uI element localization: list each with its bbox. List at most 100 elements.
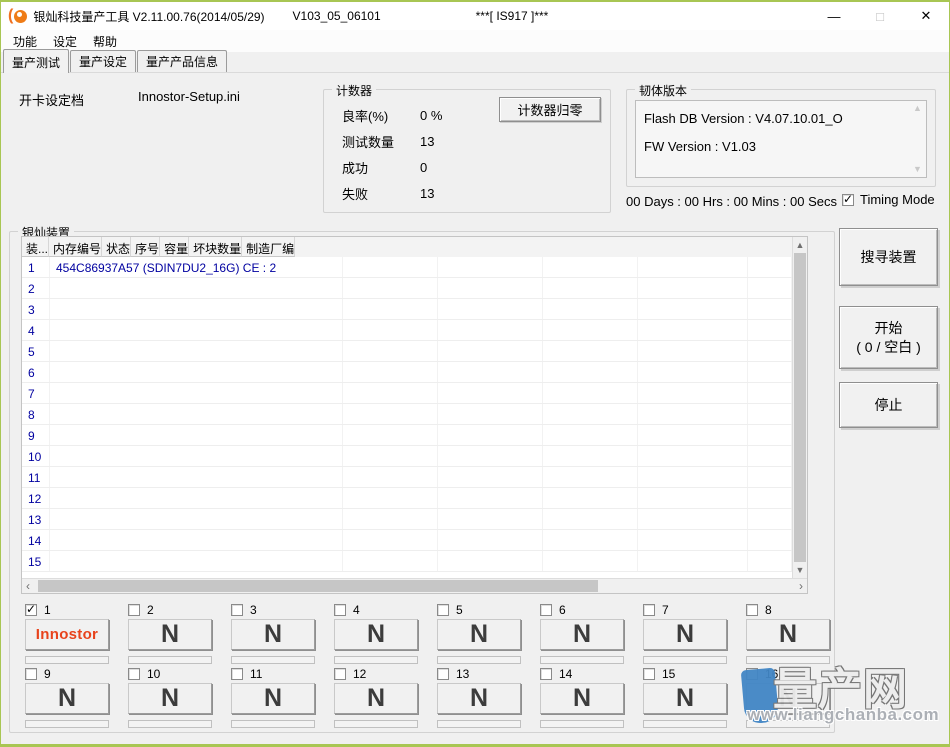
stop-button[interactable]: 停止 [839,382,938,428]
tab[interactable]: 量产设定 [70,50,136,72]
device-index: 2 [22,278,50,298]
table-row[interactable]: 11 [22,467,792,488]
port-checkbox[interactable]: 10 [128,667,160,681]
table-row[interactable]: 1 454C86937A57 (SDIN7DU2_16G) CE : 2 [22,257,792,278]
table-row[interactable]: 6 [22,362,792,383]
table-row[interactable]: 13 [22,509,792,530]
table-row[interactable]: 10 [22,446,792,467]
serial-cell [438,362,543,382]
checkbox-icon[interactable] [25,604,37,616]
setup-file-value: Innostor-Setup.ini [138,89,240,104]
table-row[interactable]: 8 [22,404,792,425]
status-cell [343,362,438,382]
checkbox-icon[interactable] [643,604,655,616]
port-checkbox[interactable]: 7 [643,603,669,617]
checkbox-icon[interactable] [540,604,552,616]
checkbox-icon[interactable] [540,668,552,680]
status-cell [343,341,438,361]
scroll-right-icon[interactable]: › [799,580,803,593]
maximize-button[interactable]: □ [857,2,903,30]
scroll-up-icon[interactable]: ▲ [913,104,922,113]
port-checkbox[interactable]: 11 [231,667,262,681]
close-button[interactable]: ✕ [903,2,949,30]
serial-cell [438,509,543,529]
scroll-up-icon[interactable]: ▲ [793,240,807,250]
table-row[interactable]: 14 [22,530,792,551]
port-progress-bar [643,720,727,728]
device-index: 9 [22,425,50,445]
device-index: 5 [22,341,50,361]
checkbox-icon[interactable] [231,604,243,616]
capacity-cell [543,299,638,319]
horizontal-scrollbar[interactable]: ‹ › [22,578,807,593]
checkbox-icon[interactable] [437,604,449,616]
counter-reset-button[interactable]: 计数器归零 [499,97,601,122]
scroll-down-icon[interactable]: ▼ [913,165,922,174]
port-checkbox[interactable]: 13 [437,667,469,681]
scroll-down-icon[interactable]: ▼ [793,565,807,575]
counter-label: 成功 [342,158,420,177]
port-checkbox[interactable]: 14 [540,667,572,681]
firmware-scrollbar[interactable]: ▲ ▼ [910,102,925,176]
column-header[interactable]: 坏块数量 [189,237,242,257]
table-row[interactable]: 2 [22,278,792,299]
device-index: 10 [22,446,50,466]
column-header[interactable]: 序号 [131,237,160,257]
port-checkbox[interactable]: 3 [231,603,257,617]
port-checkbox[interactable]: 9 [25,667,51,681]
table-row[interactable]: 7 [22,383,792,404]
memory-id [50,551,343,571]
checkbox-icon[interactable] [643,668,655,680]
tab[interactable]: 量产产品信息 [137,50,227,72]
port-status-text: N [779,686,797,711]
menu-item[interactable]: 帮助 [85,31,125,52]
table-row[interactable]: 4 [22,320,792,341]
scroll-left-icon[interactable]: ‹ [26,580,30,593]
table-row[interactable]: 3 [22,299,792,320]
column-header[interactable]: 状态 [102,237,131,257]
checkbox-icon[interactable] [437,668,449,680]
checkbox-icon[interactable] [746,604,758,616]
tab-strip: 量产测试 量产设定 量产产品信息 [1,52,949,73]
checkbox-icon[interactable] [334,604,346,616]
table-row[interactable]: 9 [22,425,792,446]
port-progress-bar [746,720,830,728]
column-header[interactable]: 内存编号 [49,237,102,257]
port-checkbox[interactable]: 5 [437,603,463,617]
search-device-button[interactable]: 搜寻装置 [839,228,938,286]
port-checkbox[interactable]: 4 [334,603,360,617]
port-checkbox[interactable]: 15 [643,667,675,681]
vertical-scrollbar[interactable]: ▲ ▼ [792,237,807,578]
column-header[interactable]: 制造厂编 [242,237,295,257]
scrollbar-thumb[interactable] [38,580,598,592]
timing-mode-checkbox[interactable]: Timing Mode [842,192,935,207]
port-checkbox[interactable]: 8 [746,603,772,617]
checkbox-icon[interactable] [334,668,346,680]
checkbox-icon[interactable] [25,668,37,680]
port-checkbox[interactable]: 1 [25,603,51,617]
port-checkbox[interactable]: 6 [540,603,566,617]
table-row[interactable]: 12 [22,488,792,509]
table-row[interactable]: 15 [22,551,792,572]
serial-cell [438,257,543,277]
port-checkbox[interactable]: 12 [334,667,366,681]
port-status-display: N [437,683,521,714]
column-header[interactable]: 容量 [160,237,189,257]
table-row[interactable]: 5 [22,341,792,362]
checkbox-icon[interactable] [128,668,140,680]
window-controls: — □ ✕ [811,2,949,30]
start-button[interactable]: 开始 ( 0 / 空白 ) [839,306,938,369]
checkbox-icon[interactable] [128,604,140,616]
scrollbar-thumb[interactable] [794,253,806,562]
column-header[interactable]: 装... [22,237,49,257]
port-checkbox[interactable]: 2 [128,603,154,617]
tab[interactable]: 量产测试 [3,49,69,73]
checkbox-icon[interactable] [842,194,854,206]
counter-group-title: 计数器 [332,82,376,99]
port-checkbox[interactable]: 16 [746,667,778,681]
app-logo-icon: ( [8,8,27,24]
checkbox-icon[interactable] [231,668,243,680]
checkbox-icon[interactable] [746,668,758,680]
minimize-button[interactable]: — [811,2,857,30]
vendor-cell [748,257,792,277]
